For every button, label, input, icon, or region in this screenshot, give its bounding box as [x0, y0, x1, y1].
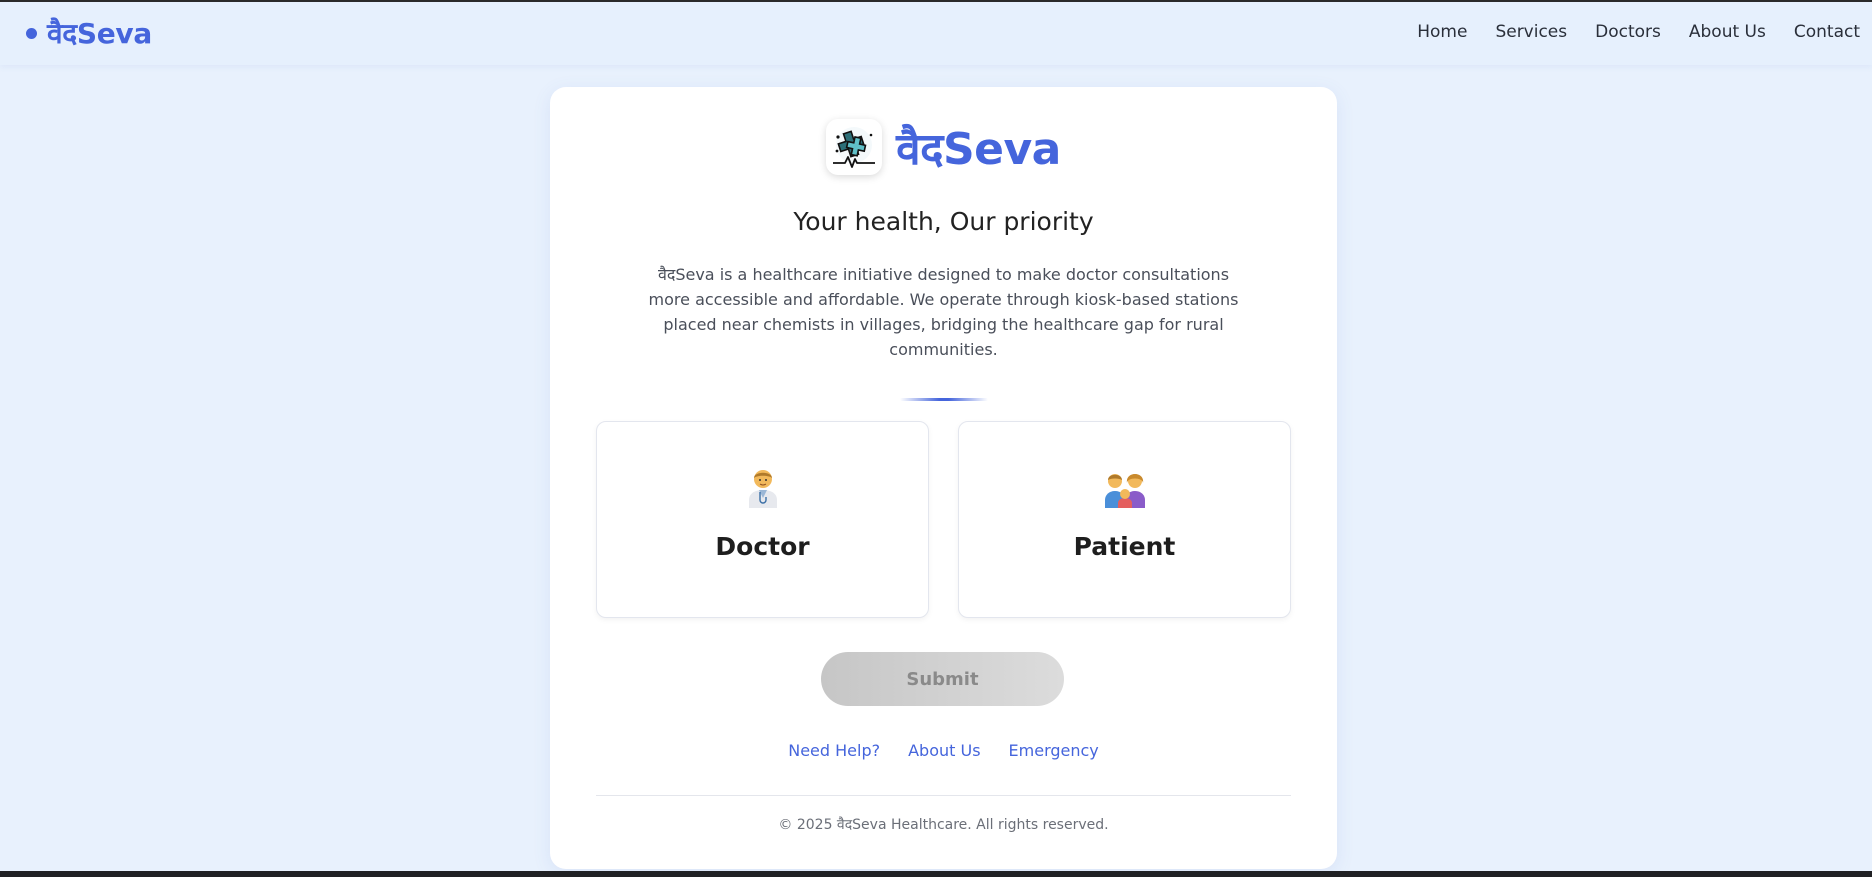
- brand-dot-icon: [26, 27, 37, 39]
- role-selection-card: वैदSeva Your health, Our priority वैदSev…: [550, 87, 1337, 869]
- link-need-help[interactable]: Need Help?: [788, 741, 880, 760]
- role-label-doctor: Doctor: [715, 532, 810, 561]
- site-header: वैदSeva Home Services Doctors About Us C…: [0, 2, 1872, 65]
- nav-about-us[interactable]: About Us: [1689, 22, 1766, 42]
- role-card-patient[interactable]: Patient: [958, 421, 1291, 618]
- nav-contact[interactable]: Contact: [1794, 22, 1860, 42]
- nav-doctors[interactable]: Doctors: [1595, 22, 1661, 42]
- main-nav: Home Services Doctors About Us Contact: [1389, 22, 1860, 42]
- medical-cross-heartbeat-icon: [826, 119, 883, 175]
- footer-divider: [596, 795, 1291, 796]
- brand-logo[interactable]: वैदSeva: [26, 14, 152, 52]
- link-emergency[interactable]: Emergency: [1009, 741, 1099, 760]
- copyright-text: © 2025 वैदSeva Healthcare. All rights re…: [778, 817, 1109, 833]
- footer-links: Need Help? About Us Emergency: [550, 741, 1337, 760]
- accent-divider: [900, 398, 988, 401]
- role-label-patient: Patient: [1073, 532, 1176, 561]
- doctor-icon: [597, 466, 928, 508]
- role-card-doctor[interactable]: Doctor: [596, 421, 929, 618]
- card-logo-row: वैदSeva: [550, 117, 1337, 177]
- brand-name: वैदSeva: [47, 17, 152, 50]
- nav-home[interactable]: Home: [1417, 22, 1467, 42]
- link-about-us[interactable]: About Us: [908, 741, 980, 760]
- submit-button[interactable]: Submit: [821, 652, 1064, 706]
- tagline: Your health, Our priority: [793, 207, 1094, 236]
- nav-services[interactable]: Services: [1495, 22, 1567, 42]
- window-bottom-border: [0, 871, 1872, 877]
- card-title: वैदSeva: [896, 124, 1061, 175]
- description: वैदSeva is a healthcare initiative desig…: [648, 265, 1239, 359]
- family-icon: [959, 466, 1290, 508]
